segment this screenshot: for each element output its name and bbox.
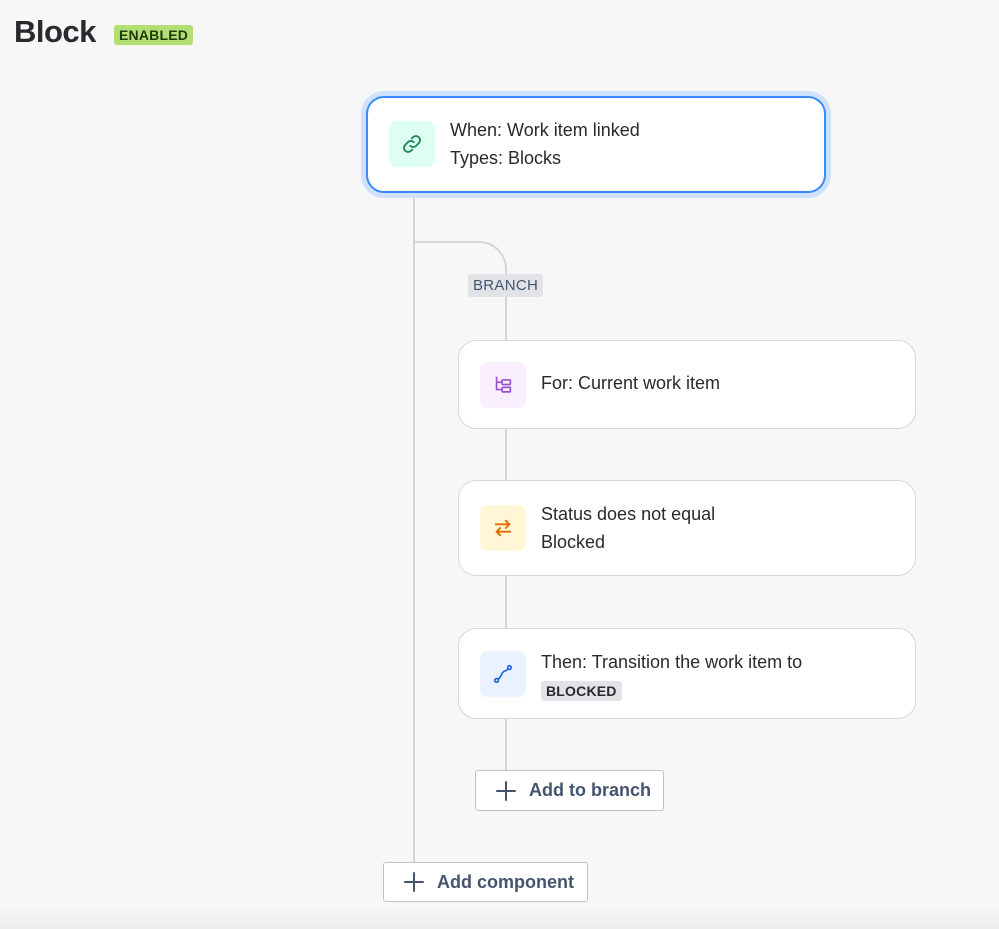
- condition-line-1: Status does not equal: [541, 504, 716, 524]
- swap-arrows-icon: [494, 519, 512, 537]
- transition-icon: [493, 664, 513, 684]
- trigger-text: When: Work item linked Types: Blocks: [450, 116, 640, 172]
- trigger-line-2: Types: Blocks: [450, 148, 562, 168]
- action-icon-box: [480, 651, 526, 697]
- action-line-1: Then: Transition the work item to: [541, 652, 803, 672]
- plus-icon: [495, 780, 517, 802]
- main-connector-line: [413, 196, 415, 864]
- branch-scope-icon-box: [480, 362, 526, 408]
- add-component-button[interactable]: Add component: [383, 862, 588, 902]
- condition-text: Status does not equal Blocked: [541, 500, 715, 556]
- link-icon: [403, 135, 421, 153]
- page-title: Block: [14, 14, 96, 49]
- add-to-branch-label: Add to branch: [529, 780, 651, 800]
- condition-line-2: Blocked: [541, 532, 606, 552]
- status-badge: ENABLED: [114, 25, 194, 45]
- trigger-line-1: When: Work item linked: [450, 120, 640, 140]
- action-text: Then: Transition the work item to BLOCKE…: [541, 648, 802, 704]
- trigger-icon-box: [389, 121, 435, 167]
- hierarchy-icon: [495, 376, 512, 393]
- branch-scope-line-1: For: Current work item: [541, 373, 721, 393]
- bottom-shadow: [0, 907, 999, 929]
- branch-connector-curve: [413, 241, 507, 275]
- add-component-label: Add component: [437, 871, 574, 892]
- condition-card[interactable]: Status does not equal Blocked: [458, 480, 916, 576]
- branch-tag: BRANCH: [468, 274, 544, 297]
- condition-icon-box: [480, 505, 526, 551]
- plus-icon: [403, 871, 425, 893]
- add-to-branch-button[interactable]: Add to branch: [475, 770, 664, 811]
- action-card[interactable]: Then: Transition the work item to BLOCKE…: [458, 628, 916, 719]
- action-status-row: BLOCKED: [541, 676, 802, 704]
- trigger-card[interactable]: When: Work item linked Types: Blocks: [366, 96, 826, 193]
- branch-scope-card[interactable]: For: Current work item: [458, 340, 916, 429]
- branch-scope-text: For: Current work item: [541, 369, 720, 397]
- blocked-status-lozenge: BLOCKED: [541, 681, 622, 701]
